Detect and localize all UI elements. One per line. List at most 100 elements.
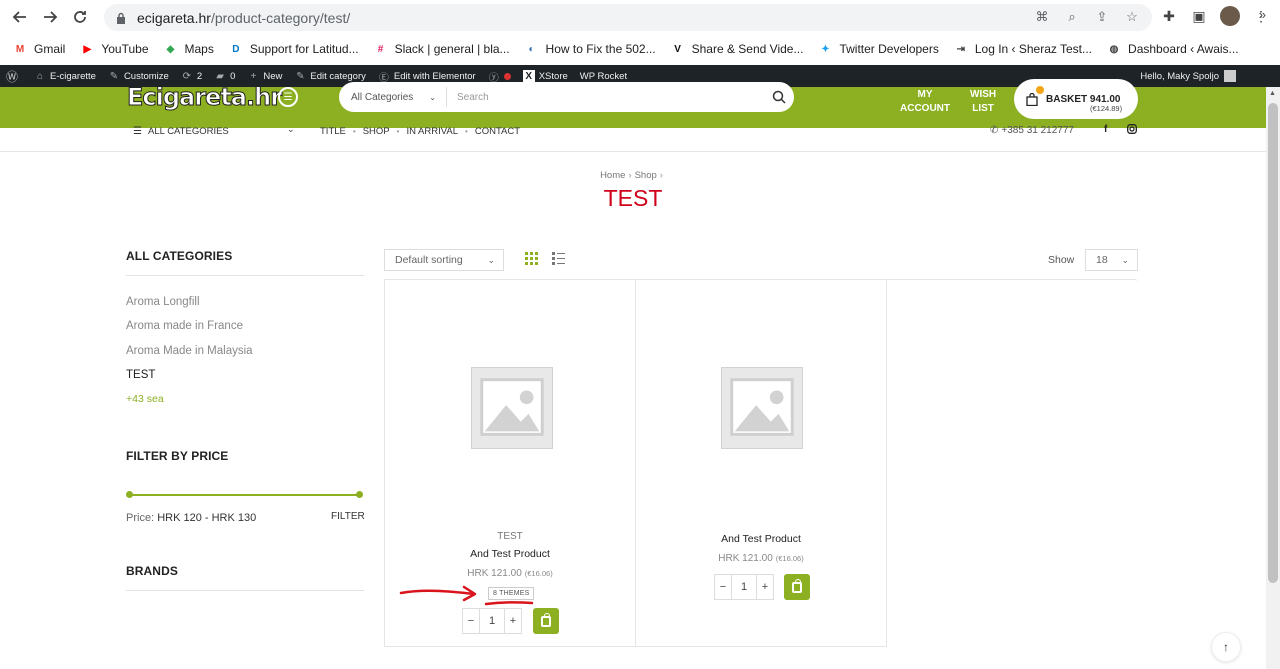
category-link-aroma-longfill[interactable]: Aroma Longfill [126,296,200,308]
product-placeholder-image[interactable] [471,367,553,449]
wp-edit-category-label: Edit category [310,70,366,82]
my-account-link[interactable]: MY ACCOUNT [900,88,950,116]
bookmark-item[interactable]: V Share & Send Vide... [670,41,803,57]
price-slider-min-handle[interactable] [126,491,133,498]
wp-comments-item[interactable]: ▰ 0 [208,70,241,82]
product-placeholder-image[interactable] [721,367,803,449]
categories-more-link[interactable]: +43 sea [126,393,164,405]
bookmark-item[interactable]: ◆ Maps [163,41,214,57]
login-icon: ⇥ [956,43,966,55]
updates-icon: ⟳ [182,70,191,82]
wp-rocket-item[interactable]: WP Rocket [574,71,633,82]
forward-icon[interactable] [39,6,61,28]
site-logo[interactable]: Ecigareta.hr [126,83,282,112]
bookmark-item[interactable]: ⇥ Log In ‹ Sheraz Test... [953,41,1092,57]
phone-link[interactable]: ✆ +385 31 212777 [990,125,1074,136]
back-to-top-button[interactable]: ↑ [1211,632,1241,662]
site-header: Ecigareta.hr ☰ All Categories ⌄ Search MY… [0,79,1266,128]
chevron-down-icon[interactable]: ⌄ [287,124,295,135]
filter-button[interactable]: FILTER [331,511,365,522]
back-icon[interactable] [9,6,31,28]
translate-icon[interactable]: ⌘ [1034,9,1050,25]
basket-count-badge [1036,86,1044,94]
category-link-aroma-france[interactable]: Aroma made in France [126,320,243,332]
cart-icon [541,612,551,627]
quantity-plus-button[interactable]: + [505,609,521,633]
wp-site-item[interactable]: ⌂ E-cigarette [28,70,102,82]
wp-greeting: Hello, Maky Spoljo [1140,70,1219,82]
bookmark-item[interactable]: ◍ Dashboard ‹ Awais... [1106,41,1239,57]
slack-icon: # [377,43,384,55]
grid-view-icon[interactable] [525,252,538,268]
yoast-icon: ⓨ [488,72,499,84]
reload-icon[interactable] [69,6,91,28]
bookmark-item[interactable]: ◐ How to Fix the 502... [524,41,656,57]
category-link-aroma-malaysia[interactable]: Aroma Made in Malaysia [126,345,253,357]
sorting-select[interactable]: Default sorting ⌄ [384,249,504,271]
nav-item-in-arrival[interactable]: IN ARRIVAL [406,126,458,137]
product-price-eur: (€16.06) [775,554,804,563]
lock-icon[interactable] [114,11,128,25]
quantity-input[interactable]: 1 [731,575,757,599]
wp-updates-item[interactable]: ⟳ 2 [175,70,208,82]
category-link-test[interactable]: TEST [126,369,155,381]
bookmark-item[interactable]: M Gmail [12,41,66,57]
page-scrollbar[interactable]: ▲ [1266,87,1280,669]
wp-logo-item[interactable]: Ⓦ [0,70,28,84]
price-slider-max-handle[interactable] [356,491,363,498]
search-input[interactable]: Search [447,92,764,103]
nav-item-contact[interactable]: CONTACT [475,126,520,137]
wp-account-item[interactable]: Hello, Maky Spoljo [1140,65,1236,87]
wp-customize-item[interactable]: ✎ Customize [102,70,175,82]
price-range-slider[interactable] [126,491,363,498]
wp-elementor-item[interactable]: Ⓔ Edit with Elementor [372,70,482,84]
wp-edit-category-item[interactable]: ✎ Edit category [288,70,371,82]
sidepanel-icon[interactable]: ▣ [1190,7,1208,25]
wp-xstore-item[interactable]: X XStore [517,70,574,82]
list-view-icon[interactable] [552,252,565,268]
wp-new-item[interactable]: + New [241,70,288,82]
bookmarks-overflow-icon[interactable]: » [1259,7,1266,22]
bookmark-item[interactable]: ▶ YouTube [79,41,148,57]
instagram-icon[interactable] [1127,124,1137,137]
brands-heading: BRANDS [126,564,178,578]
search-icon[interactable] [764,90,794,104]
quantity-input[interactable]: 1 [479,609,505,633]
per-page-select[interactable]: 18 ⌄ [1085,249,1138,271]
bookmark-star-icon[interactable]: ☆ [1124,9,1140,25]
all-categories-toggle[interactable]: ☰ ALL CATEGORIES [133,126,229,137]
quantity-minus-button[interactable]: − [463,609,479,633]
search-category-select[interactable]: All Categories ⌄ [339,87,447,107]
sub-navigation: ☰ ALL CATEGORIES ⌄ TITLE • SHOP • IN ARRIVA… [0,124,1266,152]
nav-item-title[interactable]: TITLE [320,126,346,137]
wp-yoast-item[interactable]: ⓨ [482,70,517,84]
bookmark-item[interactable]: # Slack | general | bla... [373,41,510,57]
bookmark-item[interactable]: D Support for Latitud... [228,41,358,57]
bookmark-item[interactable]: ✦ Twitter Developers [817,41,939,57]
product-card[interactable]: And Test Product HRK 121.00 (€16.06) − 1 … [635,279,887,647]
breadcrumb-home[interactable]: Home [600,170,625,181]
sorting-value: Default sorting [395,254,463,266]
zoom-icon[interactable]: ⌕ [1064,9,1080,25]
share-icon[interactable]: ⇪ [1094,9,1110,25]
product-name[interactable]: And Test Product [385,548,635,560]
basket-button[interactable]: BASKET 941.00 (€124.89) [1014,79,1138,119]
hamburger-menu-icon[interactable]: ☰ [278,87,298,107]
product-name[interactable]: And Test Product [636,533,886,545]
product-category[interactable]: TEST [385,531,635,542]
scroll-up-icon[interactable]: ▲ [1269,90,1276,97]
scrollbar-thumb[interactable] [1268,103,1278,583]
extensions-icon[interactable]: ✚ [1160,7,1178,25]
profile-avatar[interactable] [1220,6,1240,26]
nav-item-shop[interactable]: SHOP [363,126,390,137]
add-to-cart-button[interactable] [784,574,810,600]
breadcrumb-shop[interactable]: Shop [635,170,657,181]
wishlist-link[interactable]: WISH LIST [970,88,996,116]
quantity-minus-button[interactable]: − [715,575,731,599]
address-bar[interactable]: ecigareta.hr/product-category/test/ ⌘ ⌕ … [104,4,1152,31]
quantity-plus-button[interactable]: + [757,575,773,599]
categories-heading: ALL CATEGORIES [126,249,233,263]
shopping-bag-icon [1024,86,1044,107]
pencil-icon: ✎ [296,70,305,82]
facebook-icon[interactable]: f [1104,124,1107,135]
